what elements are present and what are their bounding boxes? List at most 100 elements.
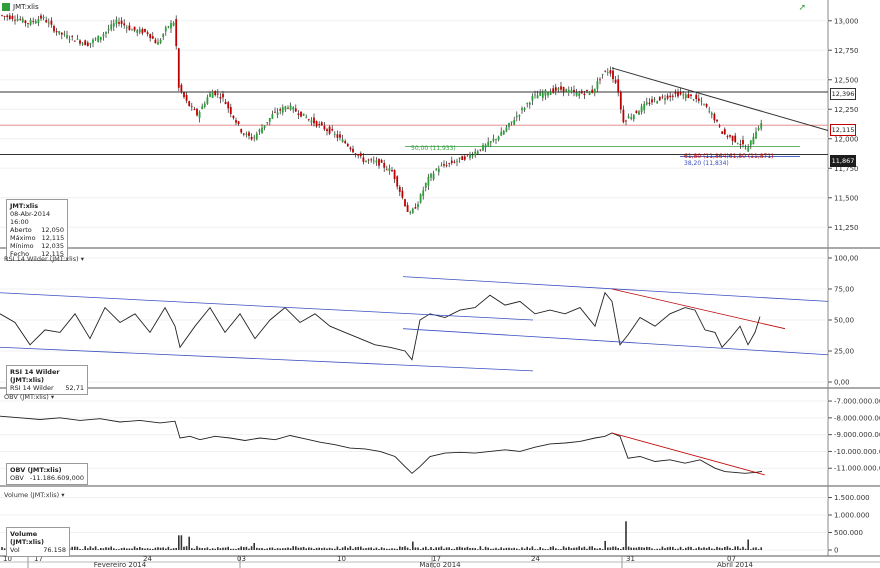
candle-body bbox=[209, 93, 211, 97]
candle-body bbox=[60, 32, 63, 35]
price-tag-upper: 12,396 bbox=[830, 88, 856, 100]
candle-body bbox=[393, 169, 396, 180]
volume-bar bbox=[391, 548, 393, 550]
fib-38-label: 38,20 (11,834) bbox=[684, 160, 729, 167]
candle-body bbox=[453, 161, 456, 163]
volume-bar bbox=[308, 547, 310, 550]
candle-body bbox=[417, 204, 419, 208]
candle-body bbox=[565, 89, 568, 92]
volume-bar bbox=[248, 548, 250, 550]
candle-body bbox=[346, 143, 349, 147]
candle-body bbox=[736, 143, 739, 145]
candle-body bbox=[422, 190, 425, 197]
candle-body bbox=[547, 92, 549, 96]
volume-bar bbox=[245, 546, 248, 550]
candle-body bbox=[476, 151, 479, 154]
volume-bar bbox=[237, 547, 240, 550]
y-tick-label: 12,250 bbox=[834, 106, 859, 114]
candle-body bbox=[731, 135, 734, 141]
candle-body bbox=[489, 141, 492, 143]
y-tick-label: 12,500 bbox=[834, 76, 859, 84]
volume-bar bbox=[726, 546, 729, 550]
candle-body bbox=[175, 19, 178, 47]
candle-body bbox=[713, 113, 716, 121]
volume-bar bbox=[388, 548, 391, 550]
candle-body bbox=[669, 95, 672, 98]
candle-body bbox=[479, 149, 482, 151]
volume-bar bbox=[1, 547, 3, 550]
rsi-pane-title[interactable]: RSI 14 Wilder (JMT:xlis) ▾ bbox=[4, 255, 84, 263]
candle-body bbox=[552, 88, 555, 93]
candle-body bbox=[539, 92, 542, 96]
candle-body bbox=[396, 176, 399, 187]
candle-body bbox=[3, 16, 6, 17]
candle-body bbox=[297, 113, 300, 115]
volume-bar bbox=[409, 549, 411, 550]
volume-bar bbox=[94, 546, 97, 550]
volume-bar bbox=[607, 547, 609, 550]
volume-bar bbox=[531, 546, 534, 550]
candle-body bbox=[193, 108, 196, 110]
candle-body bbox=[14, 19, 16, 21]
candle-body bbox=[263, 125, 266, 129]
candle-body bbox=[599, 79, 601, 81]
volume-bar bbox=[487, 547, 489, 550]
candle-body bbox=[505, 127, 508, 132]
candle-body bbox=[253, 136, 256, 138]
volume-pane-title[interactable]: Volume (JMT:xlis) ▾ bbox=[4, 491, 64, 499]
candle-body bbox=[352, 148, 354, 153]
obv-pane-title[interactable]: OBV (JMT:xlis) ▾ bbox=[4, 393, 54, 401]
candle-body bbox=[37, 19, 40, 24]
candle-body bbox=[541, 92, 544, 98]
volume-bar bbox=[461, 547, 463, 550]
volume-bar bbox=[518, 549, 521, 550]
volume-bar bbox=[367, 547, 370, 550]
volume-bar bbox=[591, 546, 593, 550]
candle-body bbox=[398, 186, 401, 192]
candle-body bbox=[760, 123, 763, 129]
ticker-name: JMT:xlis bbox=[13, 3, 39, 11]
obv-info-title: OBV (JMT:xlis) bbox=[10, 466, 62, 474]
volume-bar bbox=[744, 548, 747, 550]
volume-bar bbox=[752, 547, 755, 550]
volume-bar bbox=[638, 546, 640, 550]
volume-bar bbox=[586, 548, 588, 550]
candle-body bbox=[557, 88, 560, 90]
candle-body bbox=[375, 160, 378, 163]
candle-body bbox=[440, 165, 443, 167]
candle-body bbox=[1, 15, 3, 17]
volume-bar bbox=[705, 548, 708, 550]
volume-bar bbox=[716, 546, 718, 550]
ticker-label[interactable]: JMT:xlis bbox=[2, 3, 39, 11]
candle-body bbox=[331, 128, 334, 131]
volume-bar bbox=[443, 548, 445, 550]
candle-body bbox=[138, 29, 141, 33]
candle-body bbox=[604, 70, 607, 72]
candle-body bbox=[71, 36, 74, 38]
volume-bar bbox=[253, 543, 255, 550]
volume-bar bbox=[113, 548, 115, 550]
candle-body bbox=[521, 108, 523, 111]
candle-body bbox=[755, 131, 757, 139]
volume-bar bbox=[700, 548, 703, 550]
candle-body bbox=[380, 159, 383, 163]
candle-body bbox=[287, 107, 289, 109]
candle-body bbox=[336, 134, 339, 138]
volume-bar bbox=[484, 546, 487, 550]
candle-body bbox=[419, 194, 422, 203]
volume-bar bbox=[661, 546, 664, 550]
volume-bar bbox=[334, 548, 336, 550]
volume-bar bbox=[313, 548, 315, 550]
volume-bar bbox=[547, 549, 549, 550]
volume-bar bbox=[347, 547, 349, 550]
volume-bar bbox=[92, 548, 94, 550]
volume-info-title: Volume (JMT:xlis) bbox=[10, 530, 45, 546]
arrow-up-right-icon[interactable]: ➚ bbox=[798, 3, 806, 13]
volume-bar bbox=[224, 547, 227, 550]
volume-bar bbox=[614, 546, 617, 550]
volume-bar bbox=[373, 548, 375, 550]
candle-body bbox=[302, 113, 305, 116]
candle-body bbox=[450, 160, 453, 164]
volume-bar bbox=[302, 546, 305, 550]
candle-body bbox=[141, 29, 144, 34]
